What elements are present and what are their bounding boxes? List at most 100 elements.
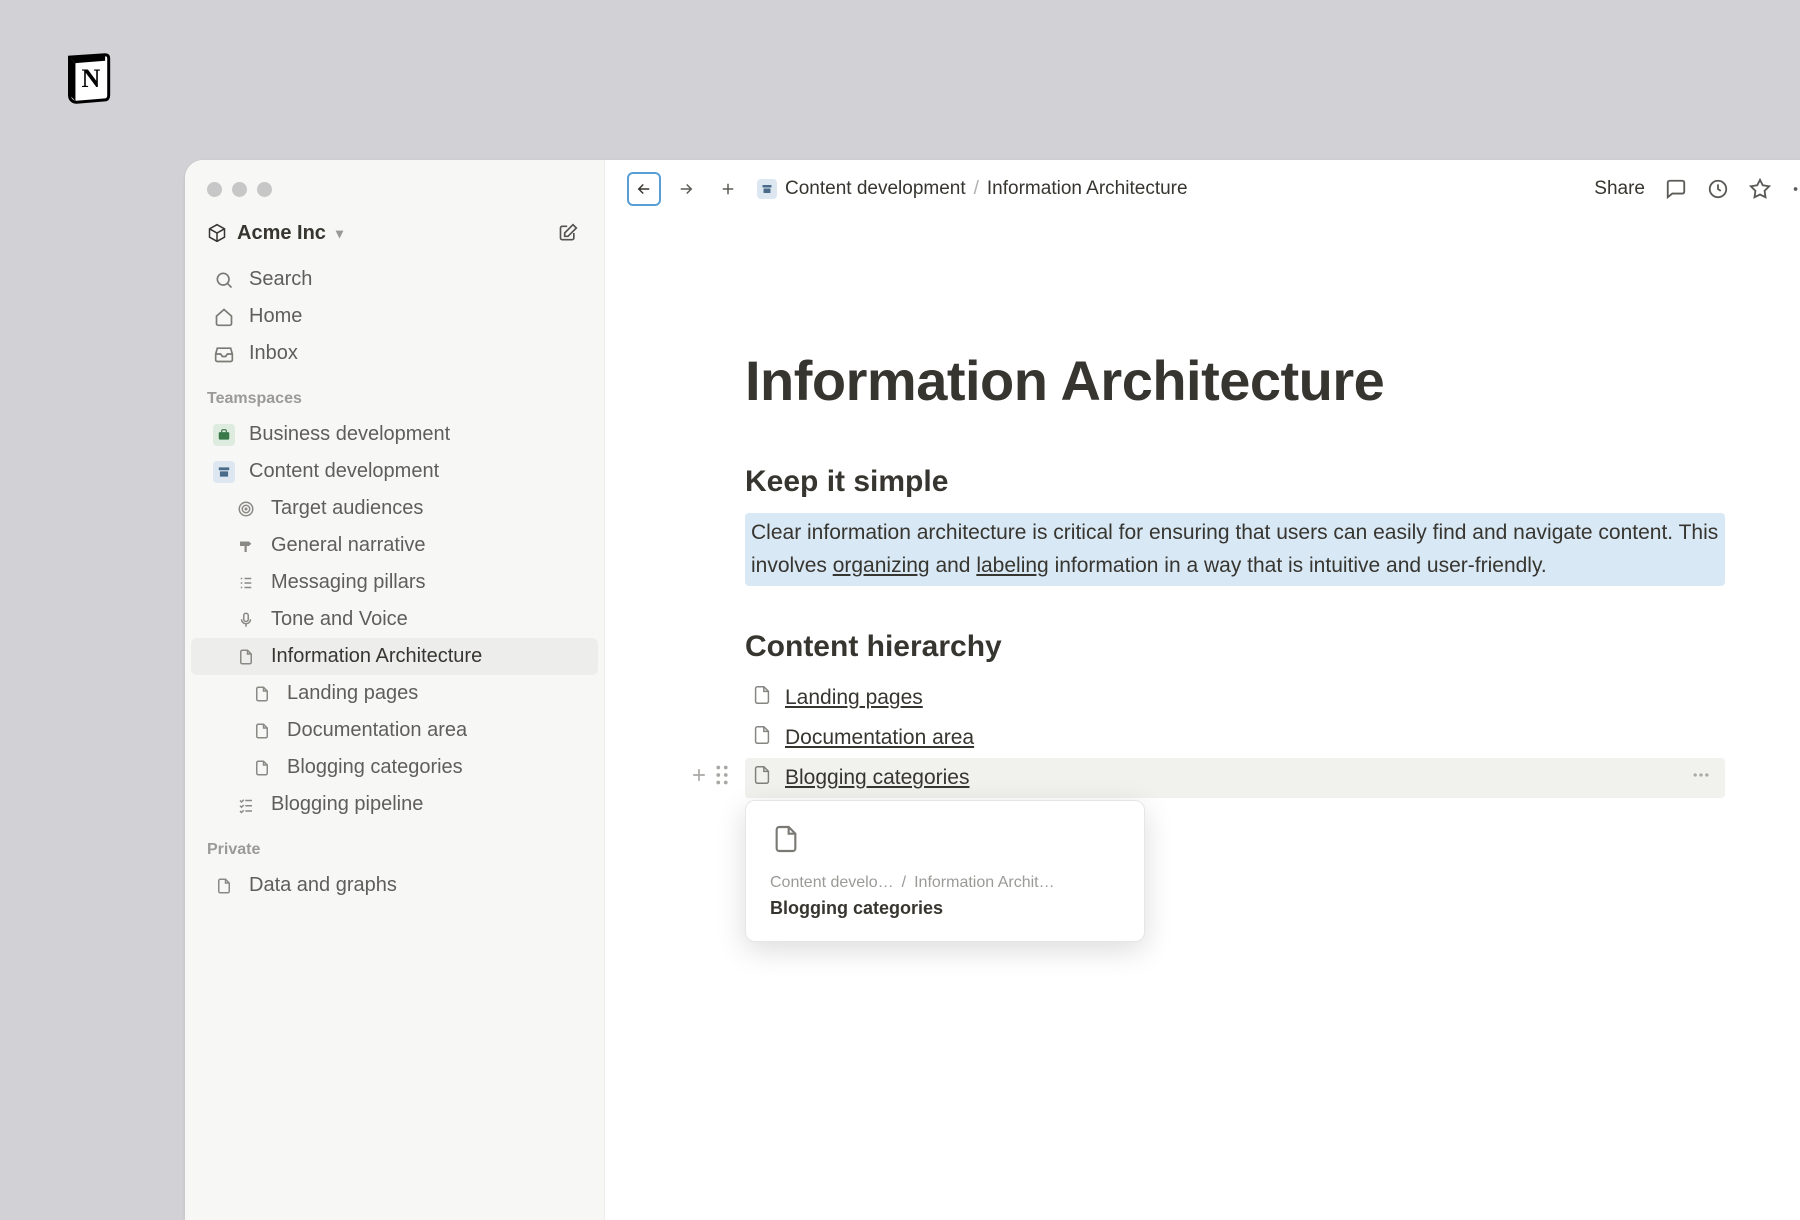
signpost-icon: [235, 537, 257, 555]
chevron-down-icon: ▾: [336, 225, 343, 242]
star-icon: [1749, 178, 1771, 200]
inbox-icon: [213, 344, 235, 364]
section-teamspaces: Teamspaces: [185, 372, 604, 416]
home-icon: [213, 307, 235, 327]
subpage-link-landing[interactable]: Landing pages: [745, 678, 1725, 718]
page-icon: [235, 648, 257, 666]
page-icon: [251, 759, 273, 777]
nav-inbox[interactable]: Inbox: [191, 335, 598, 372]
clock-icon: [1707, 178, 1729, 200]
subpage-landing-pages[interactable]: Landing pages: [191, 675, 598, 712]
arrow-right-icon: [677, 180, 695, 198]
nav-label: Search: [249, 268, 312, 291]
sidebar: Acme Inc ▾ Search Home: [185, 160, 605, 1220]
favorite-button[interactable]: [1749, 178, 1771, 200]
page-information-architecture[interactable]: Information Architecture: [191, 638, 598, 675]
traffic-light-minimize[interactable]: [232, 182, 247, 197]
nav-label: Inbox: [249, 342, 298, 365]
app-window: Acme Inc ▾ Search Home: [185, 160, 1800, 1220]
add-button[interactable]: [711, 172, 745, 206]
page-label: Landing pages: [287, 682, 418, 705]
comments-button[interactable]: [1665, 178, 1687, 200]
block-more-button[interactable]: [1691, 765, 1719, 791]
page-content: Information Architecture Keep it simple …: [605, 218, 1800, 838]
page-icon: [213, 877, 235, 895]
nav-search[interactable]: Search: [191, 261, 598, 298]
subpage-documentation-area[interactable]: Documentation area: [191, 712, 598, 749]
traffic-light-zoom[interactable]: [257, 182, 272, 197]
page-label: Target audiences: [271, 497, 423, 520]
page-target-audiences[interactable]: Target audiences: [191, 490, 598, 527]
breadcrumb-separator: /: [974, 178, 979, 200]
page-label: Tone and Voice: [271, 608, 408, 631]
list-icon: [235, 574, 257, 592]
page-preview-popup: Content develo… / Information Archit… Bl…: [745, 800, 1145, 838]
topbar: Content development / Information Archit…: [605, 160, 1800, 218]
page-tone-voice[interactable]: Tone and Voice: [191, 601, 598, 638]
subpage-link-documentation[interactable]: Documentation area: [745, 718, 1725, 758]
heading-keep-simple[interactable]: Keep it simple: [745, 465, 1725, 499]
dots-icon: [1691, 765, 1711, 785]
window-controls: [185, 172, 604, 215]
page-blogging-pipeline[interactable]: Blogging pipeline: [191, 786, 598, 823]
updates-button[interactable]: [1707, 178, 1729, 200]
page-icon: [770, 823, 1120, 838]
share-button[interactable]: Share: [1594, 178, 1645, 200]
subpage-blogging-categories[interactable]: Blogging categories: [191, 749, 598, 786]
page-label: Data and graphs: [249, 874, 397, 897]
add-block-button[interactable]: [689, 765, 709, 791]
page-icon: [751, 764, 773, 792]
teamspace-label: Content development: [249, 460, 439, 483]
breadcrumb: Content development / Information Archit…: [757, 178, 1188, 200]
nav-home[interactable]: Home: [191, 298, 598, 335]
link-organizing[interactable]: organizing: [833, 554, 930, 577]
search-icon: [213, 270, 235, 290]
page-general-narrative[interactable]: General narrative: [191, 527, 598, 564]
more-button[interactable]: [1791, 178, 1800, 200]
forward-button[interactable]: [669, 172, 703, 206]
subpage-list: Landing pages Documentation area: [745, 678, 1725, 798]
comment-icon: [1665, 178, 1687, 200]
heading-content-hierarchy[interactable]: Content hierarchy: [745, 630, 1725, 664]
private-data-graphs[interactable]: Data and graphs: [191, 867, 598, 904]
teamspace-label: Business development: [249, 423, 450, 446]
plus-icon: [689, 765, 709, 785]
back-button[interactable]: [627, 172, 661, 206]
target-icon: [235, 500, 257, 518]
page-label: Messaging pillars: [271, 571, 426, 594]
text-segment: information in a way that is intuitive a…: [1049, 554, 1547, 577]
page-label: Blogging categories: [287, 756, 463, 779]
page-messaging-pillars[interactable]: Messaging pillars: [191, 564, 598, 601]
page-label: Information Architecture: [271, 645, 482, 668]
cube-icon: [207, 223, 227, 243]
svg-text:N: N: [81, 64, 100, 93]
page-title[interactable]: Information Architecture: [745, 348, 1725, 413]
notion-logo: N: [60, 50, 117, 112]
link-labeling[interactable]: labeling: [976, 554, 1048, 577]
breadcrumb-parent[interactable]: Content development: [785, 178, 966, 200]
text-segment: and: [930, 554, 977, 577]
teamspace-content-dev[interactable]: Content development: [191, 453, 598, 490]
new-page-button[interactable]: [554, 219, 582, 247]
page-icon: [251, 685, 273, 703]
page-icon: [251, 722, 273, 740]
link-label: Documentation area: [785, 726, 974, 750]
plus-icon: [719, 180, 737, 198]
page-label: General narrative: [271, 534, 426, 557]
workspace-name: Acme Inc: [237, 222, 326, 245]
archive-icon: [757, 179, 777, 199]
link-label: Landing pages: [785, 686, 923, 710]
page-label: Documentation area: [287, 719, 467, 742]
traffic-light-close[interactable]: [207, 182, 222, 197]
breadcrumb-current[interactable]: Information Architecture: [987, 178, 1188, 200]
page-icon: [751, 724, 773, 752]
compose-icon: [558, 223, 578, 243]
microphone-icon: [235, 611, 257, 629]
teamspace-business-dev[interactable]: Business development: [191, 416, 598, 453]
subpage-link-blogging[interactable]: Blogging categories: [745, 758, 1725, 798]
arrow-left-icon: [635, 180, 653, 198]
drag-handle[interactable]: [715, 765, 729, 791]
paragraph-intro[interactable]: Clear information architecture is critic…: [745, 513, 1725, 586]
workspace-switcher[interactable]: Acme Inc ▾: [207, 222, 343, 245]
main-panel: Content development / Information Archit…: [605, 160, 1800, 1220]
